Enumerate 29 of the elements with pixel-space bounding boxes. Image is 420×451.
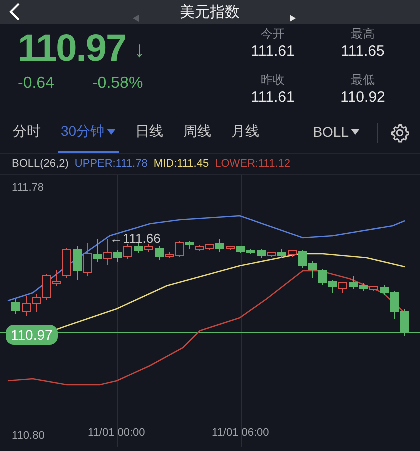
stat-value: 111.61	[251, 43, 295, 60]
axis-label: 110.80	[12, 430, 45, 442]
period-tab[interactable]: 周线	[180, 112, 215, 153]
percent-change: -0.58%	[92, 75, 144, 93]
period-tab[interactable]: 月线	[228, 112, 263, 153]
price-change: -0.64	[18, 75, 54, 93]
period-tab[interactable]: BOLL	[310, 112, 363, 153]
stat-label: 最低	[351, 72, 375, 89]
indicator-value: BOLL(26,2)	[12, 158, 69, 170]
indicator-value: LOWER:111.12	[215, 158, 290, 170]
period-tab[interactable]: 30分钟	[58, 112, 119, 153]
stat-value: 111.61	[251, 89, 295, 106]
axis-label: 11/01 00:00	[88, 427, 146, 439]
stat-label: 今开	[261, 26, 285, 43]
stat-label: 昨收	[261, 72, 285, 89]
stat-value: 110.92	[340, 89, 386, 106]
price-tag: 110.97	[6, 325, 58, 345]
period-tab[interactable]: 日线	[132, 112, 167, 153]
period-tab[interactable]: 分时	[10, 112, 44, 153]
last-price: 110.97	[18, 28, 126, 71]
high-marker: ←111.66	[110, 231, 161, 246]
axis-label: 11/01 06:00	[212, 427, 270, 439]
indicator-value: MID:111.45	[154, 158, 210, 170]
axis-label: 111.78	[12, 182, 44, 194]
page-title: 美元指数	[180, 2, 240, 22]
stat-label: 最高	[351, 26, 375, 43]
trend-arrow: ↓	[134, 36, 146, 62]
stat-value: 111.65	[341, 43, 385, 60]
indicator-value: UPPER:111.78	[74, 158, 148, 170]
